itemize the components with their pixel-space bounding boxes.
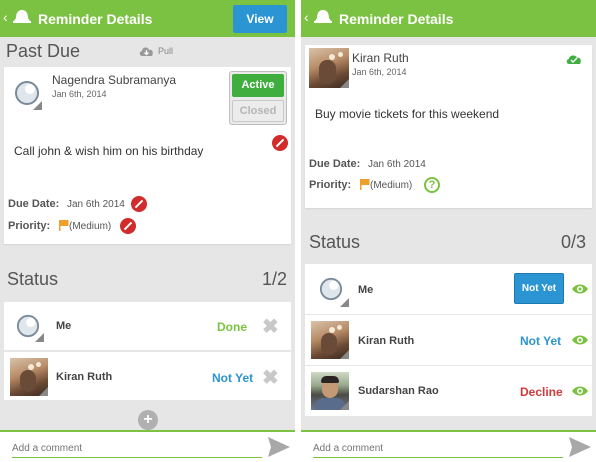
block-icon[interactable]: [120, 218, 136, 234]
flag-icon: [360, 179, 370, 190]
row-name: Sudarshan Rao: [358, 385, 439, 397]
block-icon[interactable]: [272, 135, 288, 151]
row-name: Me: [358, 284, 374, 296]
due-date-value: Jan 6th 2014: [67, 199, 125, 210]
status-count: 0/3: [560, 232, 586, 252]
bell-icon: [314, 10, 332, 23]
add-icon[interactable]: +: [138, 410, 158, 430]
row-status: Not Yet: [212, 371, 254, 385]
reminder-card: Nagendra Subramanya Jan 6th, 2014 Active…: [4, 67, 291, 244]
list-item[interactable]: Sudarshan Rao Decline: [305, 366, 592, 416]
app-title: Reminder Details: [38, 11, 153, 27]
right-screen: ‹ Reminder Details Kiran Ruth Jan 6th, 2…: [301, 0, 596, 462]
block-icon[interactable]: [131, 196, 147, 212]
status-heading: Status: [7, 269, 59, 289]
owner-name: Nagendra Subramanya: [52, 73, 177, 87]
reminder-message: Buy movie tickets for this weekend: [315, 107, 500, 121]
send-icon[interactable]: [568, 435, 592, 459]
back-icon[interactable]: ‹: [304, 9, 309, 25]
help-icon[interactable]: ?: [424, 177, 440, 193]
eye-icon[interactable]: [571, 385, 589, 397]
comment-bar: [301, 430, 596, 462]
reminder-message: Call john & wish him on his birthday: [14, 144, 204, 158]
avatar: [319, 275, 349, 307]
closed-toggle[interactable]: Closed: [232, 100, 284, 122]
row-name: Kiran Ruth: [56, 371, 113, 383]
close-icon[interactable]: ✖: [262, 314, 279, 339]
app-title: Reminder Details: [339, 11, 454, 27]
priority-value: (Medium): [370, 180, 413, 191]
view-button[interactable]: View: [233, 5, 287, 33]
eye-icon[interactable]: [571, 283, 589, 295]
avatar: [309, 48, 349, 88]
list-item[interactable]: Kiran Ruth Not Yet ✖: [4, 352, 291, 400]
cloud-check-icon: [566, 55, 581, 64]
row-name: Kiran Ruth: [358, 335, 415, 347]
status-toggle: Active Closed: [229, 71, 287, 125]
status-heading: Status: [309, 232, 361, 252]
avatar: [10, 358, 48, 396]
due-date-label: Due Date:: [8, 198, 60, 210]
row-status: Decline: [520, 385, 563, 399]
comment-bar: [0, 430, 295, 462]
owner-date: Jan 6th, 2014: [52, 89, 107, 99]
comment-input[interactable]: [12, 440, 262, 458]
cloud-download-icon: [139, 47, 153, 56]
app-bar: ‹ Reminder Details View: [0, 0, 295, 37]
avatar: [14, 78, 42, 110]
priority-label: Priority:: [8, 220, 51, 232]
avatar: [16, 312, 44, 342]
left-screen: ‹ Reminder Details View Past Due Pull Na…: [0, 0, 295, 462]
avatar: [311, 321, 349, 359]
due-date-label: Due Date:: [309, 158, 361, 170]
row-status: Not Yet: [520, 334, 562, 348]
back-icon[interactable]: ‹: [3, 9, 8, 25]
priority-label: Priority:: [309, 179, 352, 191]
send-icon[interactable]: [267, 435, 291, 459]
row-name: Me: [56, 320, 72, 332]
list-item[interactable]: Me Done ✖: [4, 302, 291, 350]
app-bar: ‹ Reminder Details: [301, 0, 596, 37]
status-count: 1/2: [261, 269, 287, 289]
row-status: Done: [217, 320, 247, 334]
pull-label: Pull: [158, 46, 174, 56]
owner-name: Kiran Ruth: [352, 51, 409, 65]
flag-icon: [59, 220, 69, 231]
not-yet-button[interactable]: Not Yet: [514, 273, 564, 304]
list-item[interactable]: Me Not Yet: [305, 264, 592, 314]
pull-control[interactable]: Pull: [138, 45, 178, 57]
bell-icon: [13, 10, 31, 23]
reminder-card: Kiran Ruth Jan 6th, 2014 Buy movie ticke…: [305, 45, 592, 208]
comment-input[interactable]: [313, 440, 563, 458]
close-icon[interactable]: ✖: [262, 365, 279, 390]
due-date-value: Jan 6th 2014: [368, 159, 426, 170]
avatar: [311, 372, 349, 410]
active-toggle[interactable]: Active: [232, 74, 284, 97]
eye-icon[interactable]: [571, 334, 589, 346]
owner-date: Jan 6th, 2014: [352, 67, 407, 77]
list-item[interactable]: Kiran Ruth Not Yet: [305, 315, 592, 365]
priority-value: (Medium): [69, 221, 112, 232]
